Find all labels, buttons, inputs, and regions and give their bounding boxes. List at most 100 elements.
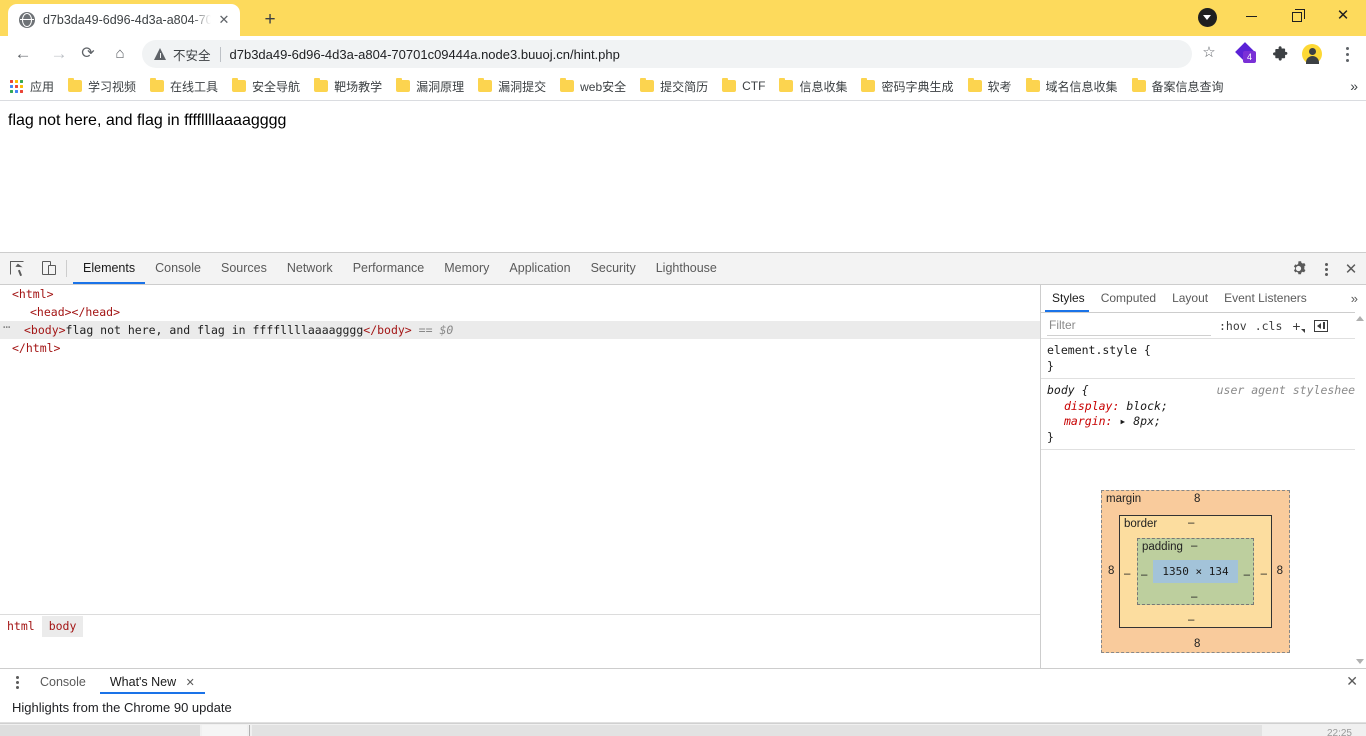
- styles-tab-computed[interactable]: Computed: [1093, 285, 1164, 312]
- drawer-close-icon[interactable]: ✕: [1346, 673, 1358, 690]
- padding-top-value[interactable]: –: [1191, 540, 1197, 552]
- border-bottom-value[interactable]: –: [1188, 614, 1194, 626]
- extensions-icon[interactable]: [1272, 46, 1289, 63]
- new-style-rule-button[interactable]: +: [1292, 318, 1305, 334]
- elements-dom-tree[interactable]: <html> <head></head> ⋯ <body>flag not he…: [0, 285, 1040, 637]
- bookmark-star-icon[interactable]: ☆: [1200, 44, 1218, 62]
- padding-left-value[interactable]: –: [1141, 569, 1147, 581]
- border-right-value[interactable]: –: [1261, 568, 1267, 580]
- bookmark-item[interactable]: 备案信息查询: [1131, 78, 1224, 95]
- drawer-tab-console[interactable]: Console: [30, 670, 96, 694]
- box-model-padding[interactable]: padding – – – – 1350 × 134: [1137, 538, 1254, 605]
- device-toolbar-icon[interactable]: [36, 257, 62, 281]
- breadcrumb-item-body[interactable]: body: [41, 615, 84, 637]
- window-close-button[interactable]: ✕: [1320, 0, 1366, 32]
- border-left-value[interactable]: –: [1124, 568, 1130, 580]
- three-dot-menu-icon[interactable]: [1318, 259, 1334, 279]
- devtools-close-icon[interactable]: ✕: [1342, 260, 1360, 278]
- dom-line-body[interactable]: ⋯ <body>flag not here, and flag in ffffl…: [0, 318, 1040, 339]
- border-top-value[interactable]: –: [1188, 517, 1194, 529]
- reload-icon[interactable]: ⟳: [75, 41, 101, 67]
- bookmark-item[interactable]: 漏洞原理: [396, 78, 464, 95]
- devtools-tab-security[interactable]: Security: [581, 253, 646, 284]
- padding-right-value[interactable]: –: [1244, 569, 1250, 581]
- inspect-element-icon[interactable]: [5, 257, 31, 281]
- home-icon[interactable]: ⌂: [107, 41, 133, 67]
- bookmark-item[interactable]: 靶场教学: [314, 78, 382, 95]
- css-declaration[interactable]: margin: ▸ 8px;: [1047, 414, 1366, 430]
- dom-line-html-close[interactable]: </html>: [0, 339, 1040, 357]
- force-state-hov-button[interactable]: :hov: [1219, 319, 1247, 333]
- styles-tab-event-listeners[interactable]: Event Listeners: [1216, 285, 1315, 312]
- margin-top-value[interactable]: 8: [1194, 493, 1200, 505]
- dom-line-head[interactable]: <head></head>: [0, 303, 1040, 321]
- expand-dots-icon[interactable]: ⋯: [3, 318, 11, 336]
- bookmarks-overflow-icon[interactable]: »: [1350, 78, 1358, 94]
- forward-icon[interactable]: →: [46, 41, 72, 67]
- whats-new-headline: Highlights from the Chrome 90 update: [12, 700, 232, 715]
- browser-toolbar: ← → ⟳ ⌂ 不安全 d7b3da49-6d96-4d3a-a804-7070…: [0, 36, 1366, 72]
- styles-scrollbar[interactable]: [1355, 312, 1366, 669]
- devtools-tab-console[interactable]: Console: [145, 253, 211, 284]
- bookmark-item[interactable]: 漏洞提交: [478, 78, 546, 95]
- bookmark-apps[interactable]: 应用: [0, 78, 54, 95]
- window-minimize-button[interactable]: [1228, 0, 1274, 32]
- taskbar-segment[interactable]: [202, 725, 247, 736]
- address-bar[interactable]: 不安全 d7b3da49-6d96-4d3a-a804-70701c09444a…: [142, 40, 1192, 68]
- taskbar-clock[interactable]: 22:25: [1327, 728, 1352, 736]
- margin-right-value[interactable]: 8: [1277, 565, 1283, 577]
- bookmark-item[interactable]: 学习视频: [68, 78, 136, 95]
- bookmark-item[interactable]: 域名信息收集: [1025, 78, 1118, 95]
- back-icon[interactable]: ←: [10, 41, 36, 67]
- browser-tab[interactable]: d7b3da49-6d96-4d3a-a804-70 ✕: [8, 4, 240, 36]
- scroll-up-icon[interactable]: [1356, 314, 1365, 324]
- window-maximize-button[interactable]: [1274, 0, 1320, 32]
- close-icon[interactable]: ✕: [216, 12, 232, 28]
- css-declaration[interactable]: display: block;: [1047, 399, 1366, 415]
- margin-left-value[interactable]: 8: [1108, 565, 1114, 577]
- new-tab-button[interactable]: +: [256, 6, 284, 34]
- bookmark-item[interactable]: 密码字典生成: [861, 78, 954, 95]
- bookmark-item[interactable]: web安全: [560, 78, 626, 95]
- avatar[interactable]: [1302, 44, 1322, 64]
- bookmark-item[interactable]: 在线工具: [150, 78, 218, 95]
- bookmark-item[interactable]: CTF: [722, 78, 765, 93]
- element-classes-button[interactable]: .cls: [1255, 319, 1283, 333]
- styles-tab-styles[interactable]: Styles: [1041, 285, 1093, 312]
- styles-tab-layout[interactable]: Layout: [1164, 285, 1216, 312]
- devtools-tab-network[interactable]: Network: [277, 253, 343, 284]
- drawer-tab-whats-new[interactable]: What's New ✕: [99, 670, 205, 694]
- three-dot-menu-icon[interactable]: [1336, 42, 1358, 66]
- browser-title-bar: d7b3da49-6d96-4d3a-a804-70 ✕ + ✕: [0, 0, 1366, 36]
- margin-bottom-value[interactable]: 8: [1194, 638, 1200, 650]
- bookmark-item[interactable]: 安全导航: [232, 78, 300, 95]
- box-model-margin[interactable]: margin 8 8 8 8 border – – – – padding –: [1101, 490, 1290, 653]
- bookmark-item[interactable]: 信息收集: [779, 78, 847, 95]
- taskbar-segment[interactable]: [0, 725, 200, 736]
- devtools-tab-memory[interactable]: Memory: [434, 253, 499, 284]
- css-rule-body[interactable]: user agent stylesheet body { display: bl…: [1041, 378, 1366, 450]
- show-desktop-button[interactable]: [1354, 724, 1362, 736]
- devtools-tab-sources[interactable]: Sources: [211, 253, 277, 284]
- close-icon[interactable]: ✕: [186, 677, 195, 689]
- devtools-tab-application[interactable]: Application: [499, 253, 580, 284]
- dom-line-html-open[interactable]: <html>: [0, 285, 1040, 303]
- devtools-tab-performance[interactable]: Performance: [343, 253, 435, 284]
- filter-input[interactable]: [1047, 315, 1211, 336]
- devtools-tab-lighthouse[interactable]: Lighthouse: [646, 253, 727, 284]
- devtools-tab-elements[interactable]: Elements: [73, 253, 146, 284]
- three-dot-menu-icon[interactable]: [8, 672, 26, 692]
- toggle-element-state-icon[interactable]: [1313, 319, 1328, 332]
- scroll-down-icon[interactable]: [1356, 657, 1365, 667]
- box-model-border[interactable]: border – – – – padding – – – – 1350 × 13…: [1119, 515, 1272, 628]
- padding-bottom-value[interactable]: –: [1191, 591, 1197, 603]
- styles-overflow-icon[interactable]: »: [1351, 291, 1358, 306]
- breadcrumb-item-html[interactable]: html: [0, 616, 42, 637]
- taskbar-segment[interactable]: [252, 725, 1262, 736]
- bookmark-item[interactable]: 软考: [967, 78, 1012, 95]
- update-available-icon[interactable]: [1198, 8, 1217, 27]
- css-rule-element-style[interactable]: element.style { }: [1041, 339, 1366, 378]
- box-model-content[interactable]: 1350 × 134: [1153, 560, 1238, 583]
- bookmark-item[interactable]: 提交简历: [640, 78, 708, 95]
- gear-icon[interactable]: [1291, 261, 1306, 276]
